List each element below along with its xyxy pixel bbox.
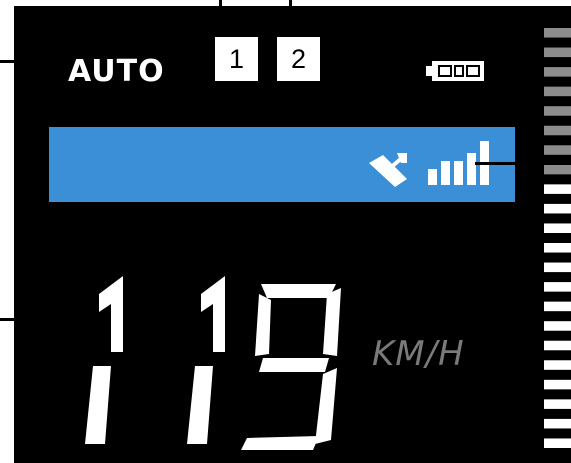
level-bar <box>544 438 571 448</box>
speed-value-text: 119 <box>71 264 102 268</box>
speed-unit-label: KM/H <box>372 334 465 374</box>
level-bar <box>544 379 571 390</box>
level-bar <box>544 321 571 331</box>
signal-level-bars <box>544 28 571 448</box>
satellite-dish-icon <box>369 153 407 187</box>
level-bar <box>544 243 571 253</box>
mode-1-box[interactable]: 1 <box>215 37 258 81</box>
level-bar <box>544 340 571 351</box>
level-bar <box>544 47 571 58</box>
callout-line-top-1 <box>219 0 222 14</box>
level-bar <box>544 360 571 370</box>
level-bar <box>544 203 571 214</box>
level-bar <box>544 106 571 116</box>
battery-icon <box>426 61 484 81</box>
level-bar <box>544 223 571 233</box>
level-bar <box>544 399 571 409</box>
callout-line-left-bottom <box>0 318 40 321</box>
level-bar <box>544 164 571 175</box>
callout-line-top-2 <box>289 0 292 14</box>
level-bar <box>544 301 571 312</box>
level-bar <box>544 184 571 194</box>
mode-2-box[interactable]: 2 <box>277 37 320 81</box>
callout-line-right-mid <box>488 68 538 71</box>
callout-line-right-lower <box>475 162 571 165</box>
speed-display-screen: AUTO 1 2 119 <box>14 6 571 463</box>
mode-auto-label: AUTO <box>68 54 165 89</box>
level-bar <box>544 67 571 77</box>
level-bar <box>544 262 571 273</box>
speed-readout-digits: 119 <box>71 264 341 450</box>
level-bar <box>544 145 571 155</box>
level-bar <box>544 418 571 429</box>
level-bar <box>544 28 571 38</box>
level-bar <box>544 125 571 136</box>
level-bar <box>544 86 571 97</box>
level-bar <box>544 282 571 292</box>
callout-line-left-top <box>0 60 40 63</box>
